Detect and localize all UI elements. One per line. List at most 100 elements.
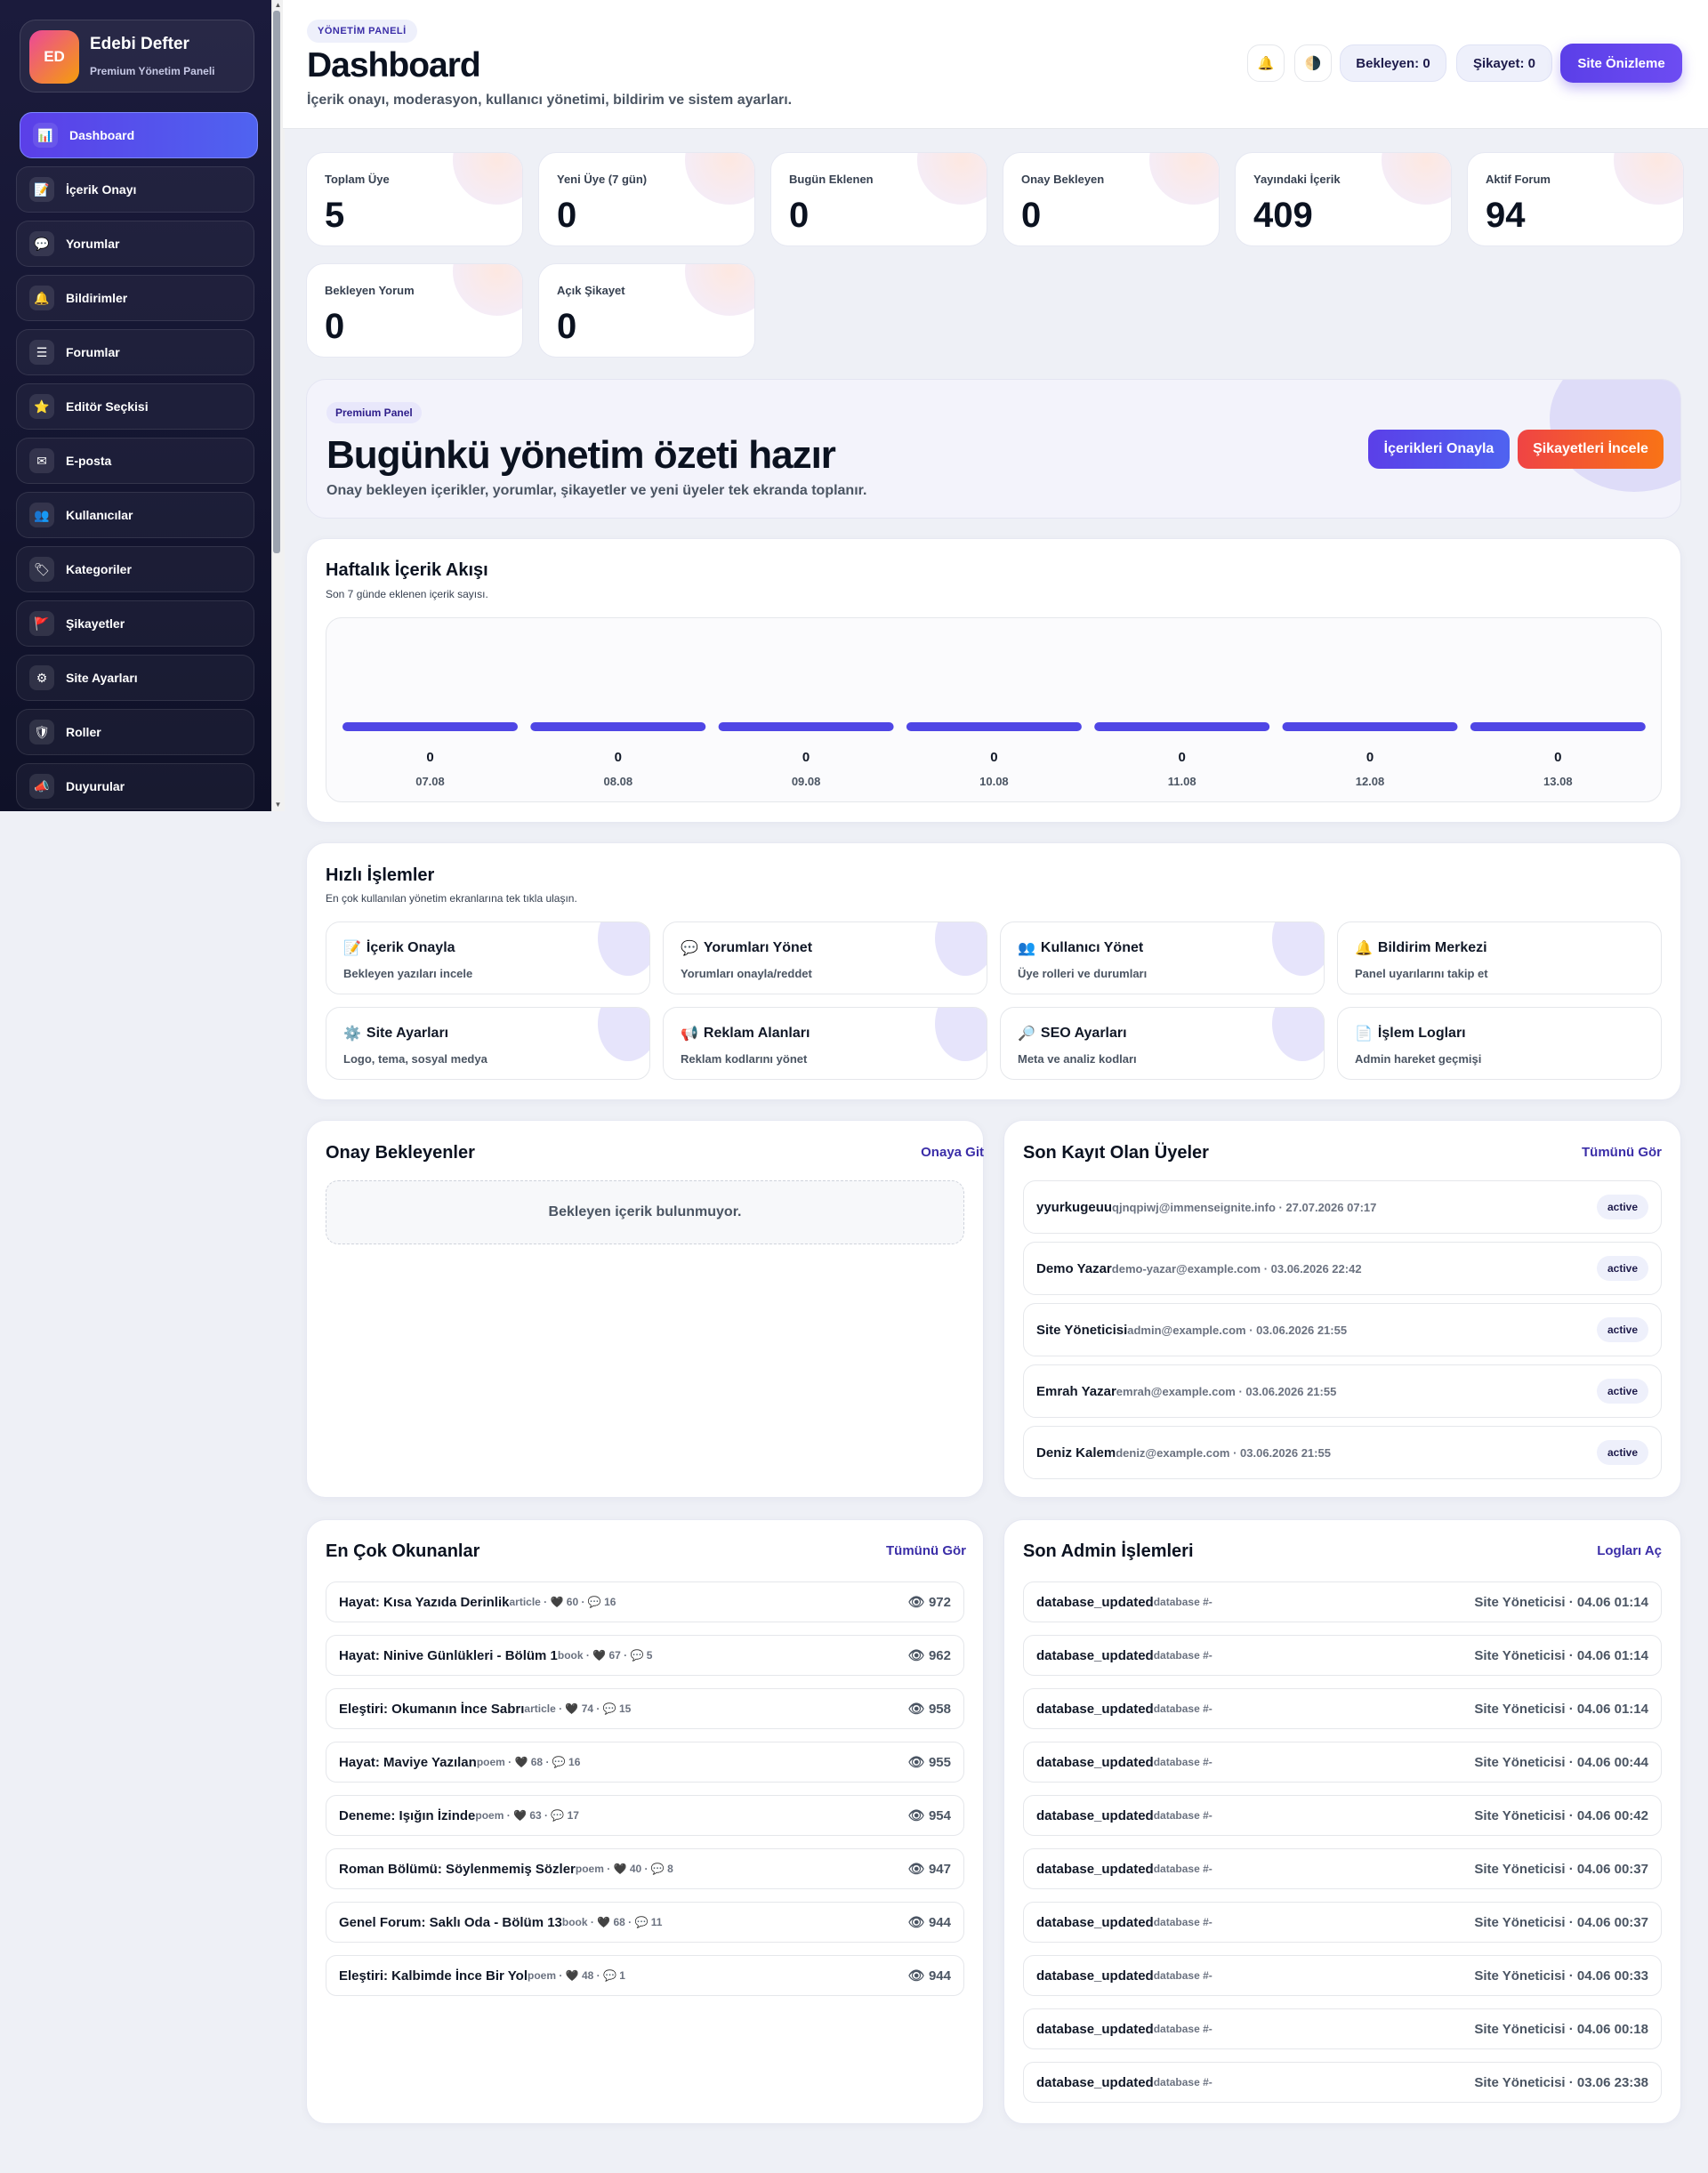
stat-card[interactable]: Toplam Üye 5: [306, 152, 523, 246]
log-user-time: Site Yöneticisi · 04.06 01:14: [1474, 1647, 1648, 1663]
popular-row[interactable]: Eleştiri: Kalbimde İnce Bir Yol poem · 🖤 …: [326, 1955, 964, 1996]
stat-value: 5: [325, 196, 345, 235]
log-row[interactable]: database_updated database #- Site Yönetici…: [1023, 1902, 1662, 1943]
stat-value: 0: [325, 307, 345, 346]
popular-row[interactable]: Eleştiri: Okumanın İnce Sabrı article · 🖤…: [326, 1688, 964, 1729]
member-row[interactable]: Deniz Kalem deniz@example.com · 03.06.202…: [1023, 1426, 1662, 1479]
log-user-time: Site Yöneticisi · 04.06 00:18: [1474, 2021, 1648, 2037]
go-to-approval-link[interactable]: Onaya Git: [921, 1145, 984, 1160]
scroll-down-icon[interactable]: ▼: [272, 800, 284, 810]
quick-action[interactable]: 📝 İçerik Onayla Bekleyen yazıları incele: [326, 922, 650, 994]
sidebar-item-11[interactable]: 🛡 Roller: [16, 709, 254, 755]
page-title: Dashboard: [307, 46, 481, 85]
popular-title: En Çok Okunanlar: [326, 1541, 480, 1561]
log-row[interactable]: database_updated database #- Site Yönetici…: [1023, 2008, 1662, 2049]
stat-card[interactable]: Bugün Eklenen 0: [770, 152, 987, 246]
chart-category-label: 10.08: [979, 775, 1009, 788]
log-row[interactable]: database_updated database #- Site Yönetici…: [1023, 1795, 1662, 1836]
sidebar-item-label: İçerik Onayı: [66, 182, 137, 197]
sidebar-item-3[interactable]: 🔔 Bildirimler: [16, 275, 254, 321]
sidebar-item-5[interactable]: ⭐ Editör Seçkisi: [16, 383, 254, 430]
popular-see-all-link[interactable]: Tümünü Gör: [886, 1543, 966, 1558]
popular-meta: book · 🖤 68 · 💬 11: [561, 1916, 663, 1928]
stat-label: Toplam Üye: [325, 173, 390, 186]
quick-action-subtitle: Üye rolleri ve durumları: [1018, 967, 1148, 980]
sidebar-item-1[interactable]: 📝 İçerik Onayı: [16, 166, 254, 213]
members-see-all-link[interactable]: Tümünü Gör: [1582, 1145, 1662, 1160]
popular-row[interactable]: Hayat: Ninive Günlükleri - Bölüm 1 book ·…: [326, 1635, 964, 1676]
popular-title: Deneme: Işığın İzinde: [339, 1807, 476, 1823]
popular-row[interactable]: Hayat: Kısa Yazıda Derinlik article · 🖤 6…: [326, 1581, 964, 1622]
log-row[interactable]: database_updated database #- Site Yönetici…: [1023, 1955, 1662, 1996]
member-row[interactable]: Site Yöneticisi admin@example.com · 03.06…: [1023, 1303, 1662, 1356]
sidebar-item-9[interactable]: 🚩 Şikayetler: [16, 600, 254, 647]
member-row[interactable]: yyurkugeuu qjnqpiwj@immenseignite.info · …: [1023, 1180, 1662, 1234]
chart-value-label: 0: [990, 750, 997, 765]
panel-tag: YÖNETİM PANELİ: [307, 20, 417, 43]
sidebar-item-6[interactable]: ✉ E-posta: [16, 438, 254, 484]
log-row[interactable]: database_updated database #- Site Yönetici…: [1023, 1688, 1662, 1729]
stat-card[interactable]: Açık Şikayet 0: [538, 263, 755, 358]
quick-action-title: 💬 Yorumları Yönet: [681, 939, 812, 957]
member-meta: qjnqpiwj@immenseignite.info · 27.07.2026…: [1112, 1200, 1377, 1214]
sidebar-item-2[interactable]: 💬 Yorumlar: [16, 221, 254, 267]
quick-action-subtitle: Admin hareket geçmişi: [1355, 1052, 1482, 1066]
log-row[interactable]: database_updated database #- Site Yönetici…: [1023, 1848, 1662, 1889]
quick-action-label: Site Ayarları: [366, 1026, 449, 1041]
popular-row[interactable]: Hayat: Maviye Yazılan poem · 🖤 68 · 💬 16 👁…: [326, 1742, 964, 1783]
member-name: Deniz Kalem: [1036, 1445, 1116, 1461]
stat-label: Yeni Üye (7 gün): [557, 173, 648, 186]
stat-card[interactable]: Yeni Üye (7 gün) 0: [538, 152, 755, 246]
log-row[interactable]: database_updated database #- Site Yönetici…: [1023, 2062, 1662, 2103]
quick-action-decoration: [1272, 1008, 1324, 1061]
log-meta: database #-: [1153, 1916, 1213, 1928]
chart-value-label: 0: [1179, 750, 1186, 765]
popular-row[interactable]: Deneme: Işığın İzinde poem · 🖤 63 · 💬 17 👁…: [326, 1795, 964, 1836]
sidebar-item-12[interactable]: 📣 Duyurular: [16, 763, 254, 809]
review-complaints-button[interactable]: Şikayetleri İncele: [1518, 430, 1664, 469]
site-preview-button[interactable]: Site Önizleme: [1560, 44, 1682, 83]
popular-row[interactable]: Roman Bölümü: Söylenmemiş Sözler poem · 🖤…: [326, 1848, 964, 1889]
logs-title: Son Admin İşlemleri: [1023, 1541, 1194, 1561]
sidebar-item-10[interactable]: ⚙ Site Ayarları: [16, 655, 254, 701]
pending-title: Onay Bekleyenler: [326, 1143, 475, 1163]
log-row[interactable]: database_updated database #- Site Yönetici…: [1023, 1635, 1662, 1676]
stat-card[interactable]: Bekleyen Yorum 0: [306, 263, 523, 358]
quick-action-icon: 📝: [343, 941, 361, 956]
sidebar: ED Edebi Defter Premium Yönetim Paneli 📊…: [0, 0, 274, 811]
member-row[interactable]: Demo Yazar demo-yazar@example.com · 03.06…: [1023, 1242, 1662, 1295]
member-row[interactable]: Emrah Yazar emrah@example.com · 03.06.202…: [1023, 1364, 1662, 1418]
quick-action-icon: 📢: [681, 1026, 698, 1042]
sidebar-item-label: Kullanıcılar: [66, 508, 133, 522]
theme-toggle-button[interactable]: 🌗: [1294, 44, 1332, 82]
sidebar-item-7[interactable]: 👥 Kullanıcılar: [16, 492, 254, 538]
sidebar-scrollbar-thumb[interactable]: [273, 11, 280, 553]
quick-action[interactable]: 💬 Yorumları Yönet Yorumları onayla/reddet: [663, 922, 987, 994]
stat-card[interactable]: Aktif Forum 94: [1467, 152, 1684, 246]
sidebar-item-0[interactable]: 📊 Dashboard: [20, 112, 258, 158]
quick-subtitle: En çok kullanılan yönetim ekranlarına te…: [326, 892, 577, 905]
stat-card[interactable]: Onay Bekleyen 0: [1003, 152, 1220, 246]
quick-action-label: Yorumları Yönet: [703, 940, 813, 955]
popular-row[interactable]: Genel Forum: Saklı Oda - Bölüm 13 book · …: [326, 1902, 964, 1943]
quick-action[interactable]: 📢 Reklam Alanları Reklam kodlarını yönet: [663, 1007, 987, 1080]
stat-label: Aktif Forum: [1486, 173, 1551, 186]
approve-contents-button[interactable]: İçerikleri Onayla: [1368, 430, 1510, 469]
quick-action[interactable]: 📄 İşlem Logları Admin hareket geçmişi: [1337, 1007, 1662, 1080]
open-logs-link[interactable]: Logları Aç: [1597, 1543, 1662, 1558]
pending-count-pill[interactable]: Bekleyen: 0: [1340, 44, 1446, 82]
log-action: database_updated: [1036, 1754, 1154, 1770]
sidebar-item-4[interactable]: ☰ Forumlar: [16, 329, 254, 375]
complaint-count-pill[interactable]: Şikayet: 0: [1456, 44, 1552, 82]
sidebar-item-8[interactable]: 🏷 Kategoriler: [16, 546, 254, 592]
quick-action[interactable]: 🔔 Bildirim Merkezi Panel uyarılarını takip…: [1337, 922, 1662, 994]
log-row[interactable]: database_updated database #- Site Yönetici…: [1023, 1581, 1662, 1622]
log-row[interactable]: database_updated database #- Site Yönetici…: [1023, 1742, 1662, 1783]
quick-action[interactable]: 👥 Kullanıcı Yönet Üye rolleri ve durumları: [1000, 922, 1325, 994]
notifications-button[interactable]: 🔔: [1247, 44, 1285, 82]
stat-card[interactable]: Yayındaki İçerik 409: [1235, 152, 1452, 246]
quick-action-subtitle: Reklam kodlarını yönet: [681, 1052, 808, 1066]
quick-action[interactable]: 🔎 SEO Ayarları Meta ve analiz kodları: [1000, 1007, 1325, 1080]
brand-card[interactable]: ED Edebi Defter Premium Yönetim Paneli: [20, 20, 254, 93]
quick-action[interactable]: ⚙️ Site Ayarları Logo, tema, sosyal medya: [326, 1007, 650, 1080]
